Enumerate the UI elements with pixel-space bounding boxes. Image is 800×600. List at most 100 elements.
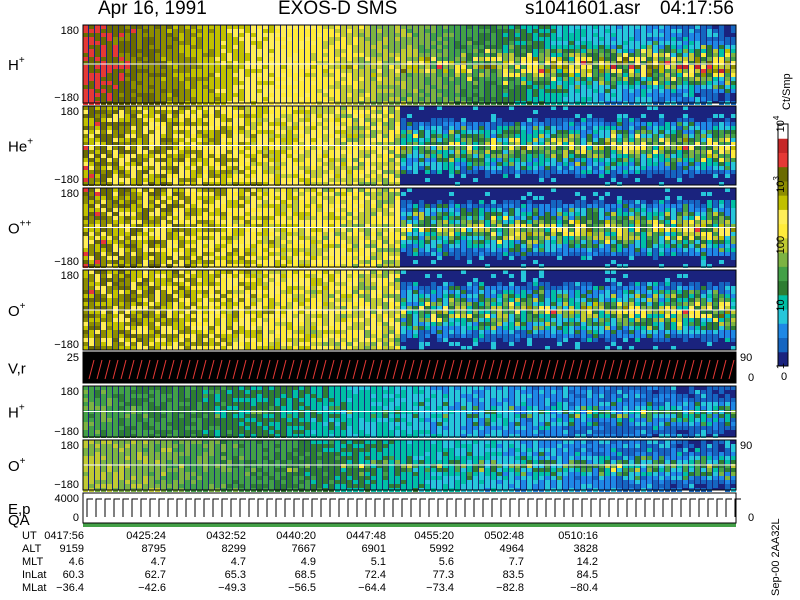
count-cell [95,220,100,224]
count-cell [533,29,538,33]
count-cell [467,45,472,49]
count-cell [611,65,616,69]
count-cell [119,45,124,49]
count-cell [161,208,166,212]
time-column [275,25,280,105]
count-cell [557,138,562,142]
count-cell [125,97,130,101]
count-cell [173,192,178,196]
count-cell [551,118,556,122]
count-cell [551,154,556,158]
count-cell [143,126,148,130]
count-cell [311,158,316,162]
count-cell [227,134,232,138]
count-cell [131,89,136,93]
count-cell [443,85,448,89]
count-cell [269,162,274,166]
count-cell [341,93,346,97]
time-column [83,25,88,105]
count-cell [245,134,250,138]
count-cell [101,228,106,232]
count-cell [101,154,106,158]
count-cell [227,166,232,170]
count-cell [329,45,334,49]
count-cell [101,65,106,69]
count-cell [503,138,508,142]
count-cell [143,53,148,57]
count-cell [611,85,616,89]
count-cell [455,69,460,73]
count-cell [635,65,640,69]
time-column [623,25,628,105]
count-cell [605,134,610,138]
count-cell [269,110,274,114]
count-cell [233,138,238,142]
count-cell [527,134,532,138]
count-cell [287,192,292,196]
count-cell [131,158,136,162]
count-cell [251,228,256,232]
count-cell [335,170,340,174]
panel-he-plus-1: He+180−180 [8,105,737,186]
count-cell [317,146,322,150]
count-cell [143,236,148,240]
count-cell [545,166,550,170]
count-cell [503,25,508,29]
count-cell [185,196,190,200]
count-cell [569,158,574,162]
count-cell [143,33,148,37]
count-cell [413,138,418,142]
count-cell [389,122,394,126]
count-cell [689,126,694,130]
count-cell [179,256,184,260]
count-cell [251,69,256,73]
count-cell [677,69,682,73]
count-cell [533,130,538,134]
count-cell [125,25,130,29]
count-cell [137,93,142,97]
count-cell [389,106,394,110]
count-cell [689,45,694,49]
count-cell [113,45,118,49]
count-cell [599,53,604,57]
count-cell [353,25,358,29]
count-cell [89,73,94,77]
count-cell [341,69,346,73]
count-cell [437,73,442,77]
count-cell [605,162,610,166]
count-cell [389,53,394,57]
count-cell [293,37,298,41]
count-cell [191,110,196,114]
count-cell [521,85,526,89]
count-cell [95,170,100,174]
count-cell [191,45,196,49]
count-cell [275,126,280,130]
count-cell [719,85,724,89]
count-cell [545,57,550,61]
count-cell [557,65,562,69]
count-cell [155,114,160,118]
count-cell [407,33,412,37]
count-cell [107,232,112,236]
count-cell [149,208,154,212]
count-cell [347,69,352,73]
count-cell [233,122,238,126]
count-cell [143,162,148,166]
time-column [491,25,496,105]
count-cell [593,85,598,89]
count-cell [131,208,136,212]
count-cell [137,89,142,93]
count-cell [587,73,592,77]
count-cell [335,122,340,126]
count-cell [539,29,544,33]
count-cell [629,37,634,41]
count-cell [425,178,430,182]
count-cell [695,73,700,77]
time-column [179,25,184,105]
count-cell [251,33,256,37]
count-cell [83,240,88,244]
count-cell [209,192,214,196]
count-cell [569,138,574,142]
count-cell [425,37,430,41]
count-cell [455,130,460,134]
